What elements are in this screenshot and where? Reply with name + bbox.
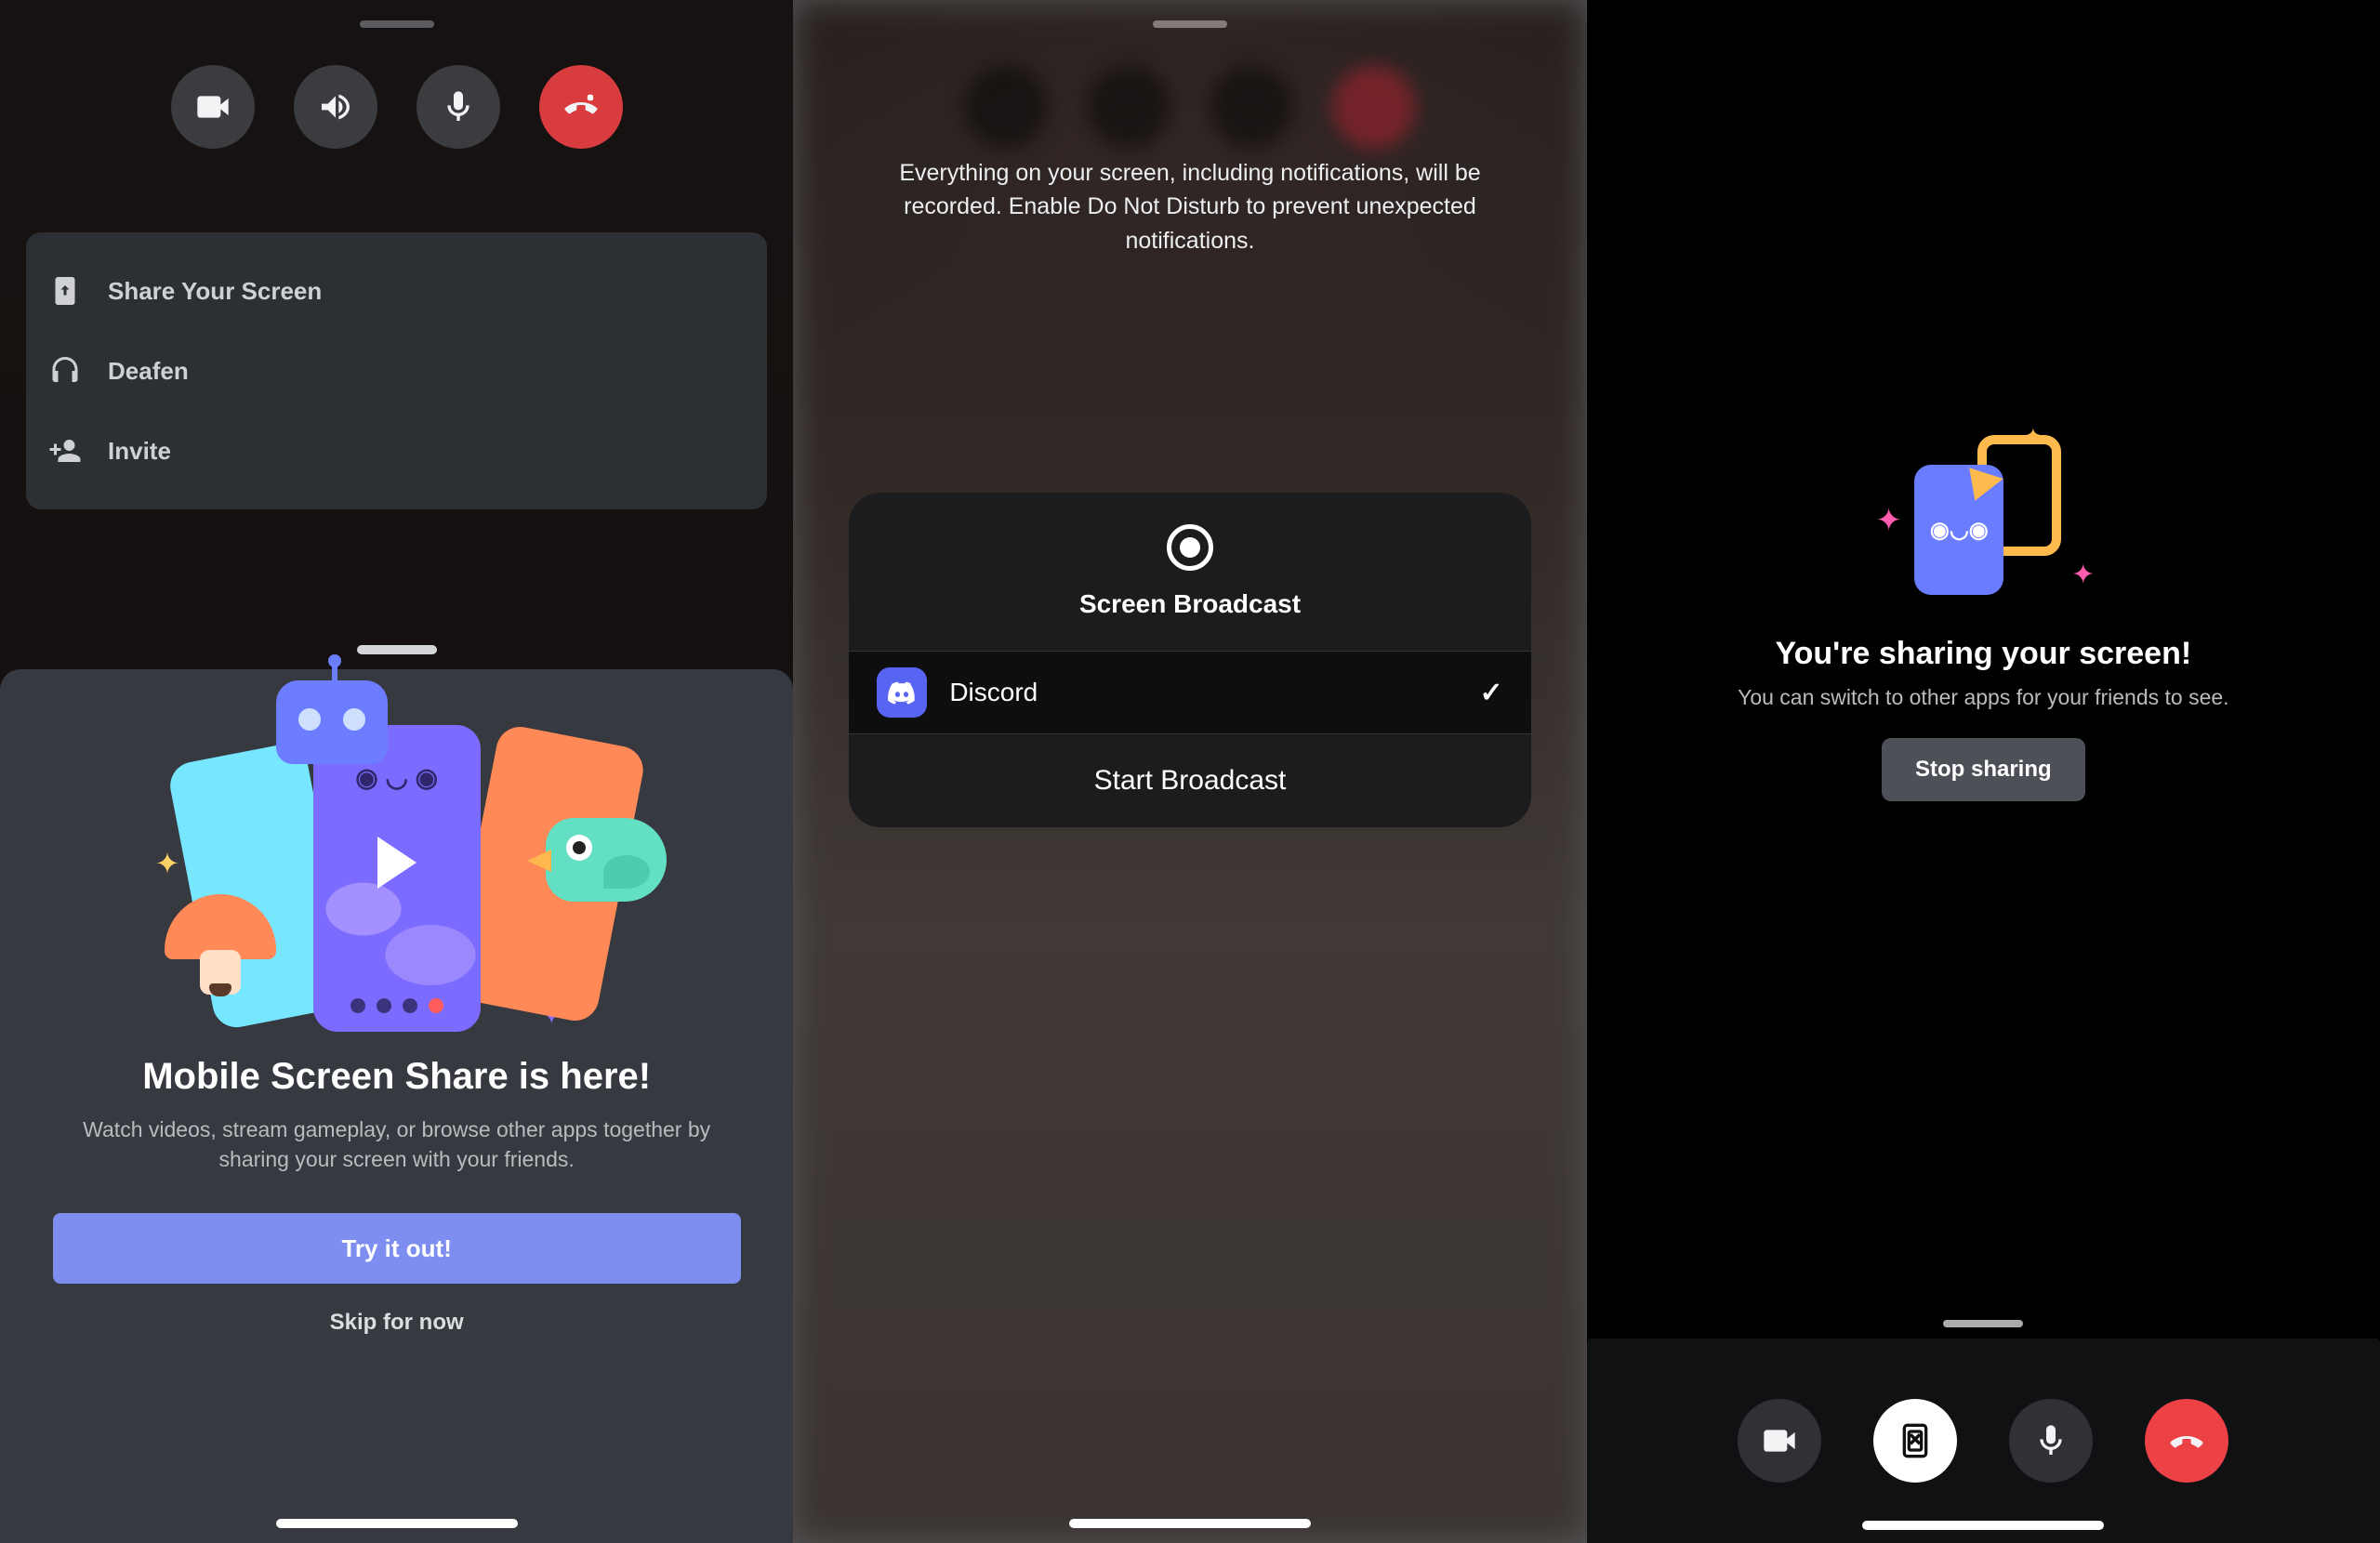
- sharing-description: You can switch to other apps for your fr…: [1738, 685, 2228, 710]
- share-screen-icon: [48, 274, 82, 308]
- checkmark-icon: ✓: [1480, 677, 1503, 709]
- stop-share-icon: [1897, 1422, 1934, 1459]
- broadcast-notice-text: Everything on your screen, including not…: [886, 156, 1493, 257]
- video-icon: [194, 88, 231, 125]
- arrow-icon: [1969, 462, 2006, 500]
- deafen-option[interactable]: Deafen: [48, 331, 745, 411]
- drag-handle-icon[interactable]: [360, 20, 434, 28]
- invite-icon: [48, 434, 82, 468]
- try-it-out-button[interactable]: Try it out!: [53, 1213, 741, 1284]
- pager-dots-icon: [350, 998, 443, 1013]
- broadcast-panel-title: Screen Broadcast: [1079, 589, 1301, 619]
- start-broadcast-button[interactable]: Start Broadcast: [849, 734, 1530, 827]
- play-icon: [377, 837, 416, 889]
- illustration-phone-center: ◉ ◡ ◉: [313, 725, 481, 1032]
- stop-sharing-button[interactable]: Stop sharing: [1882, 738, 2085, 801]
- try-it-out-label: Try it out!: [341, 1234, 451, 1263]
- video-toggle-button[interactable]: [171, 65, 255, 149]
- sharing-title: You're sharing your screen!: [1775, 636, 2191, 672]
- discord-sharing-active-screen: ✦ ◉◡◉ ✦ ✦ You're sharing your screen! Yo…: [1587, 0, 2380, 1543]
- sharing-illustration: ✦ ◉◡◉ ✦ ✦: [1871, 428, 2095, 613]
- skip-label: Skip for now: [330, 1310, 464, 1335]
- invite-label: Invite: [108, 437, 171, 466]
- video-icon: [1761, 1422, 1798, 1459]
- drag-handle-icon[interactable]: [357, 645, 437, 654]
- mic-toggle-button[interactable]: [2009, 1399, 2093, 1483]
- mushroom-character-icon: [165, 894, 276, 1006]
- start-broadcast-label: Start Broadcast: [1094, 765, 1287, 797]
- skip-for-now-button[interactable]: Skip for now: [330, 1310, 464, 1336]
- promo-description: Watch videos, stream gameplay, or browse…: [58, 1114, 736, 1174]
- headphones-icon: [48, 354, 82, 388]
- speaker-button[interactable]: [294, 65, 377, 149]
- sparkle-icon: ✦: [2071, 559, 2095, 591]
- deafen-label: Deafen: [108, 357, 189, 386]
- microphone-icon: [440, 88, 477, 125]
- home-indicator-icon[interactable]: [276, 1519, 518, 1528]
- share-screen-label: Share Your Screen: [108, 277, 322, 306]
- discord-face-icon: ◉◡◉: [1930, 517, 1989, 544]
- stop-screen-share-button[interactable]: [1873, 1399, 1957, 1483]
- mic-toggle-button[interactable]: [416, 65, 500, 149]
- sparkle-icon: ✦: [155, 846, 180, 881]
- promo-bottom-sheet: ✦ ✦ ◉ ◡ ◉ Mobile Screen Share is here! W…: [0, 669, 793, 1543]
- broadcast-app-label: Discord: [949, 678, 1457, 707]
- speaker-icon: [317, 88, 354, 125]
- sparkle-icon: ✦: [1875, 502, 1902, 539]
- share-screen-option[interactable]: Share Your Screen: [48, 251, 745, 331]
- voice-options-card: Share Your Screen Deafen Invite: [26, 232, 767, 509]
- home-indicator-icon[interactable]: [1862, 1521, 2104, 1530]
- broadcast-panel-header: Screen Broadcast: [849, 493, 1530, 651]
- stop-sharing-label: Stop sharing: [1915, 757, 2052, 782]
- drag-handle-icon: [1153, 20, 1227, 28]
- blurred-call-controls: [793, 65, 1586, 149]
- broadcast-panel: Screen Broadcast Discord ✓ Start Broadca…: [849, 493, 1530, 827]
- discord-mobile-screen-share-promo: Share Your Screen Deafen Invite ✦ ✦ ◉ ◡ …: [0, 0, 793, 1543]
- bird-character-icon: [546, 818, 667, 902]
- promo-title: Mobile Screen Share is here!: [142, 1056, 651, 1098]
- record-icon: [1167, 524, 1213, 571]
- discord-app-icon: [877, 667, 927, 718]
- call-controls-footer: [1587, 1339, 2380, 1543]
- robot-character-icon: [276, 680, 388, 764]
- discord-logo-icon: [886, 677, 918, 708]
- sharing-confirmation: ✦ ◉◡◉ ✦ ✦ You're sharing your screen! Yo…: [1587, 428, 2380, 801]
- video-toggle-button[interactable]: [1738, 1399, 1821, 1483]
- discord-face-icon: ◉ ◡ ◉: [355, 762, 438, 793]
- hang-up-button[interactable]: [2145, 1399, 2228, 1483]
- hang-up-icon: [2168, 1422, 2205, 1459]
- hang-up-icon: [562, 88, 600, 125]
- microphone-icon: [2032, 1422, 2069, 1459]
- invite-option[interactable]: Invite: [48, 411, 745, 491]
- ios-screen-broadcast-picker: Everything on your screen, including not…: [793, 0, 1586, 1543]
- hang-up-button[interactable]: [539, 65, 623, 149]
- broadcast-app-option-discord[interactable]: Discord ✓: [849, 651, 1530, 734]
- drag-handle-icon[interactable]: [1943, 1320, 2023, 1327]
- promo-illustration: ✦ ✦ ◉ ◡ ◉: [137, 697, 657, 1032]
- home-indicator-icon[interactable]: [1069, 1519, 1311, 1528]
- call-controls-bar: [0, 65, 793, 149]
